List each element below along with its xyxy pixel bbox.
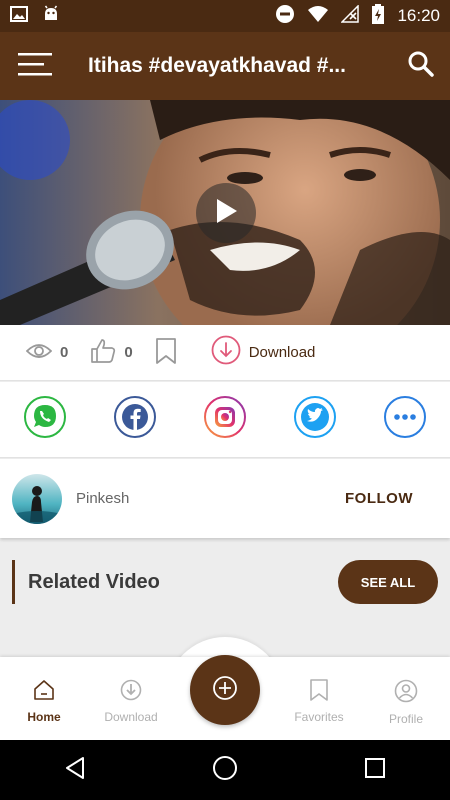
more-icon xyxy=(383,395,427,444)
uploader-row: Pinkesh FOLLOW xyxy=(0,459,450,538)
share-twitter-button[interactable] xyxy=(293,395,337,444)
status-time: 16:20 xyxy=(397,6,440,25)
share-more-button[interactable] xyxy=(383,395,427,444)
search-icon xyxy=(407,50,435,83)
plus-circle-icon xyxy=(212,675,238,706)
related-title: Related Video xyxy=(28,570,160,593)
thumbs-up-icon xyxy=(90,338,116,368)
nav-home-label: Home xyxy=(27,710,61,724)
views-stat: 0 xyxy=(25,342,69,364)
video-actions: 0 0 Download xyxy=(0,325,450,381)
add-video-button[interactable] xyxy=(190,655,260,725)
play-button[interactable] xyxy=(196,183,256,243)
nav-favorites-label: Favorites xyxy=(294,710,344,724)
menu-button[interactable] xyxy=(0,32,70,100)
share-row xyxy=(0,382,450,458)
share-facebook-button[interactable] xyxy=(113,395,157,444)
twitter-icon xyxy=(293,395,337,444)
download-button[interactable]: Download xyxy=(211,335,316,370)
bookmark-button[interactable] xyxy=(155,337,177,368)
nav-download[interactable]: Download xyxy=(88,679,174,724)
bookmark-icon xyxy=(155,337,177,368)
facebook-icon xyxy=(113,395,157,444)
share-instagram-button[interactable] xyxy=(203,395,247,444)
download-label: Download xyxy=(248,344,316,361)
no-signal-icon xyxy=(340,3,360,28)
recents-square-icon xyxy=(364,757,386,784)
nav-download-label: Download xyxy=(104,710,158,724)
like-button[interactable]: 0 xyxy=(90,338,133,368)
instagram-icon xyxy=(203,395,247,444)
follow-button[interactable]: FOLLOW xyxy=(345,490,413,507)
nav-home[interactable]: Home xyxy=(1,679,87,724)
share-whatsapp-button[interactable] xyxy=(23,395,67,444)
nav-profile[interactable]: Profile xyxy=(363,679,449,726)
likes-count: 0 xyxy=(124,344,133,361)
related-section-header: Related Video SEE ALL xyxy=(12,560,438,604)
views-count: 0 xyxy=(60,344,69,361)
avatar[interactable] xyxy=(12,473,62,524)
bookmark-nav-icon xyxy=(309,679,329,706)
nav-profile-label: Profile xyxy=(388,712,423,726)
whatsapp-icon xyxy=(23,395,67,444)
download-icon xyxy=(120,679,142,706)
uploader-name[interactable]: Pinkesh xyxy=(76,490,345,507)
nav-favorites[interactable]: Favorites xyxy=(276,679,362,724)
battery-charging-icon xyxy=(371,3,385,29)
search-button[interactable] xyxy=(392,32,450,100)
app-bar: Itihas #devayatkhavad #... xyxy=(0,32,450,100)
android-icon xyxy=(42,5,60,28)
recents-button[interactable] xyxy=(355,750,395,790)
home-system-button[interactable] xyxy=(205,750,245,790)
dnd-icon xyxy=(275,4,295,29)
system-nav-bar xyxy=(0,740,450,800)
back-triangle-icon xyxy=(64,756,86,785)
wifi-icon xyxy=(307,5,329,28)
see-all-button[interactable]: SEE ALL xyxy=(338,560,438,604)
home-icon xyxy=(33,679,55,706)
image-icon xyxy=(10,5,28,27)
menu-icon xyxy=(17,52,53,81)
page-title: Itihas #devayatkhavad #... xyxy=(88,54,346,77)
home-circle-icon xyxy=(212,755,238,786)
section-accent-bar xyxy=(12,560,15,604)
eye-icon xyxy=(25,342,53,364)
play-icon xyxy=(213,197,239,230)
download-circle-icon xyxy=(211,335,241,370)
profile-icon xyxy=(394,679,418,708)
back-button[interactable] xyxy=(55,750,95,790)
status-bar: 16:20 xyxy=(0,0,450,32)
